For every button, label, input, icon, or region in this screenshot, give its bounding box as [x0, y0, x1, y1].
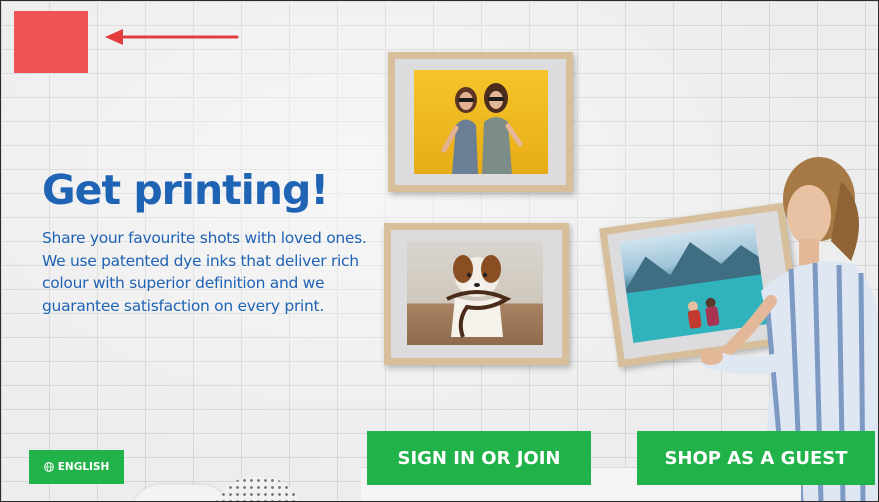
- hero-description: Share your favourite shots with loved on…: [42, 229, 367, 315]
- picture-frame-dog: [384, 223, 569, 365]
- photo-friends: [414, 70, 548, 174]
- language-button[interactable]: ENGLISH: [29, 450, 124, 484]
- arrow-left-icon: [105, 29, 239, 45]
- sign-in-or-join-button[interactable]: SIGN IN OR JOIN: [367, 431, 591, 485]
- globe-icon: [43, 462, 54, 472]
- shop-as-guest-button[interactable]: SHOP AS A GUEST: [637, 431, 875, 485]
- logo-placeholder: [14, 11, 88, 73]
- kiosk-welcome-screen: Get printing! Share your favourite shots…: [0, 0, 879, 502]
- photo-dog: [407, 241, 543, 345]
- page-title: Get printing!: [42, 166, 329, 214]
- language-label: ENGLISH: [57, 461, 110, 473]
- picture-frame-friends: [388, 52, 573, 192]
